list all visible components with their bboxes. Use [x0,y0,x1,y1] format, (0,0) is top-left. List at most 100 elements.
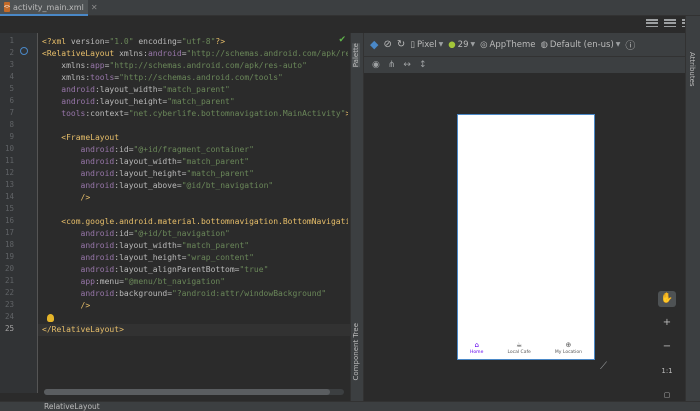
code-token: <?xml [42,37,71,46]
magnet-icon[interactable]: ⋔ [388,60,396,70]
code-token: tools [42,109,86,118]
nav-item-my-location[interactable]: ⊕ My Location [554,341,582,355]
code-token: :layout_above= [114,181,182,190]
globe-icon: ◍ [540,39,548,50]
line-number: 15 [4,204,14,213]
code-line[interactable]: app:menu="@menu/bt_navigation" [42,276,226,288]
expand-vertical-icon[interactable]: ↕ [419,60,427,70]
zoom-in-button[interactable]: + [658,315,676,331]
line-gutter: 1 2 3 4 5 6 7 8 9 10 11 12 13 14 15 16 17 18 19 20 21 22 23 24 2… [0,33,38,393]
code-line[interactable]: </RelativeLayout> [42,324,124,336]
code-line[interactable]: android:background="?android:attr/window… [42,288,327,300]
line-number: 8 [9,120,14,129]
close-icon[interactable]: ✕ [91,3,98,12]
code-token: android [42,265,115,274]
code-line[interactable]: /> [42,192,91,204]
code-line[interactable]: <com.google.android.material.bottomnavig… [42,216,348,228]
code-line[interactable]: android:layout_height="wrap_content" [42,252,254,264]
line-number: 23 [4,300,14,309]
line-number: 5 [9,84,14,93]
line-number: 22 [4,288,14,297]
eye-icon[interactable]: ◉ [372,60,380,70]
code-token: > [345,109,348,118]
code-line[interactable]: android:layout_width="match_parent" [42,240,250,252]
code-token: android [42,145,115,154]
bottom-navigation: ⌂ Home ☕ Local Cafe ⊕ My Location [458,337,594,359]
class-link-icon[interactable] [20,47,28,55]
code-line[interactable]: <FrameLayout [42,132,119,144]
phone-icon: ▯ [410,39,415,50]
resize-handle-icon[interactable]: ⟋ [600,361,607,372]
pan-hand-icon[interactable]: ✋ [658,291,676,307]
layers-icon[interactable]: ◆ [370,38,378,51]
zoom-actual-size-button[interactable]: 1:1 [658,363,676,379]
blueprint-icon[interactable]: ⊘ [383,39,391,50]
warning-icon[interactable]: ⓘ [625,37,635,52]
code-line[interactable]: android:layout_height="match_parent" [42,96,234,108]
locale-selector[interactable]: ◍ Default (en-us) ▼ [540,40,620,50]
api-selector[interactable]: ● 29 ▼ [448,40,475,50]
theme-selector[interactable]: ◎ AppTheme [480,40,535,50]
chevron-down-icon: ▼ [470,41,476,48]
code-token: android [42,181,115,190]
code-line[interactable]: android:id="@+id/fragment_container" [42,144,254,156]
line-number: 18 [4,240,14,249]
code-token: "@+id/bt_navigation" [133,229,230,238]
nav-item-local-cafe[interactable]: ☕ Local Cafe [507,340,530,355]
cafe-icon: ☕ [515,340,523,349]
code-line[interactable]: <?xml version="1.0" encoding="utf-8"?> [42,36,225,48]
line-number: 20 [4,264,14,273]
line-number: 14 [4,192,14,201]
scroll-thumb[interactable] [44,389,330,395]
device-selector[interactable]: ▯ Pixel ▼ [410,40,443,50]
code-token: :layout_width= [114,157,182,166]
code-line[interactable]: xmlns:tools="http://schemas.android.com/… [42,72,283,84]
tab-activity-main[interactable]: <> activity_main.xml ✕ [0,0,98,16]
code-token: app [90,61,105,70]
split-view-icon[interactable] [664,18,676,28]
code-line[interactable]: android:layout_above="@id/bt_navigation" [42,180,274,192]
code-token: <RelativeLayout [42,49,120,58]
code-token: :layout_width= [114,241,182,250]
status-bar: RelativeLayout [0,401,700,411]
nav-item-home[interactable]: ⌂ Home [470,341,483,355]
device-preview[interactable]: ⌂ Home ☕ Local Cafe ⊕ My Location [457,114,595,360]
code-token: :layout_alignParentBottom= [114,265,240,274]
code-line[interactable]: android:layout_width="match_parent" [42,156,250,168]
android-icon: ● [448,39,456,50]
code-line[interactable]: xmlns:app="http://schemas.android.com/ap… [42,60,307,72]
code-line[interactable]: tools:context="net.cyberlife.bottomnavig… [42,108,348,120]
code-line[interactable]: android:id="@+id/bt_navigation" [42,228,230,240]
code-line[interactable]: android:layout_height="match_parent" [42,168,254,180]
chevron-down-icon: ▼ [615,41,621,48]
code-token: /> [42,193,91,202]
code-editor[interactable]: 1 2 3 4 5 6 7 8 9 10 11 12 13 14 15 16 17 18 19 20 21 22 23 24 2… [0,33,350,401]
line-number: 11 [4,156,14,165]
expand-horizontal-icon[interactable]: ↔ [403,60,411,70]
nav-item-label: My Location [554,349,582,355]
code-token: "match_parent" [186,169,254,178]
palette-tab[interactable]: Palette [352,43,360,68]
code-line[interactable]: android:layout_alignParentBottom="true" [42,264,269,276]
xml-file-icon: <> [4,2,11,12]
code-token: :background= [114,289,173,298]
code-line[interactable]: android:layout_width="match_parent" [42,84,230,96]
code-token: :layout_height= [94,97,168,106]
line-number: 16 [4,216,14,225]
orientation-icon[interactable]: ↻ [397,39,405,50]
component-tree-tab[interactable]: Component Tree [352,323,360,380]
design-canvas[interactable]: ⌂ Home ☕ Local Cafe ⊕ My Location ⟋ [364,73,685,401]
theme-label: AppTheme [489,39,536,50]
device-label: Pixel [416,39,437,50]
code-line[interactable]: /> [42,300,91,312]
zoom-out-button[interactable]: − [658,339,676,355]
attributes-tab[interactable]: Attributes [688,52,696,87]
code-line[interactable]: <RelativeLayout xmlns:android="http://sc… [42,48,348,60]
code-token: "http://schemas.android.com/apk/res-auto… [109,61,307,70]
horizontal-scrollbar[interactable] [44,389,344,395]
line-number: 6 [9,96,14,105]
line-number: 10 [4,144,14,153]
code-token: android [147,49,182,58]
code-view-icon[interactable] [646,18,658,28]
breadcrumb[interactable]: RelativeLayout [44,402,100,411]
